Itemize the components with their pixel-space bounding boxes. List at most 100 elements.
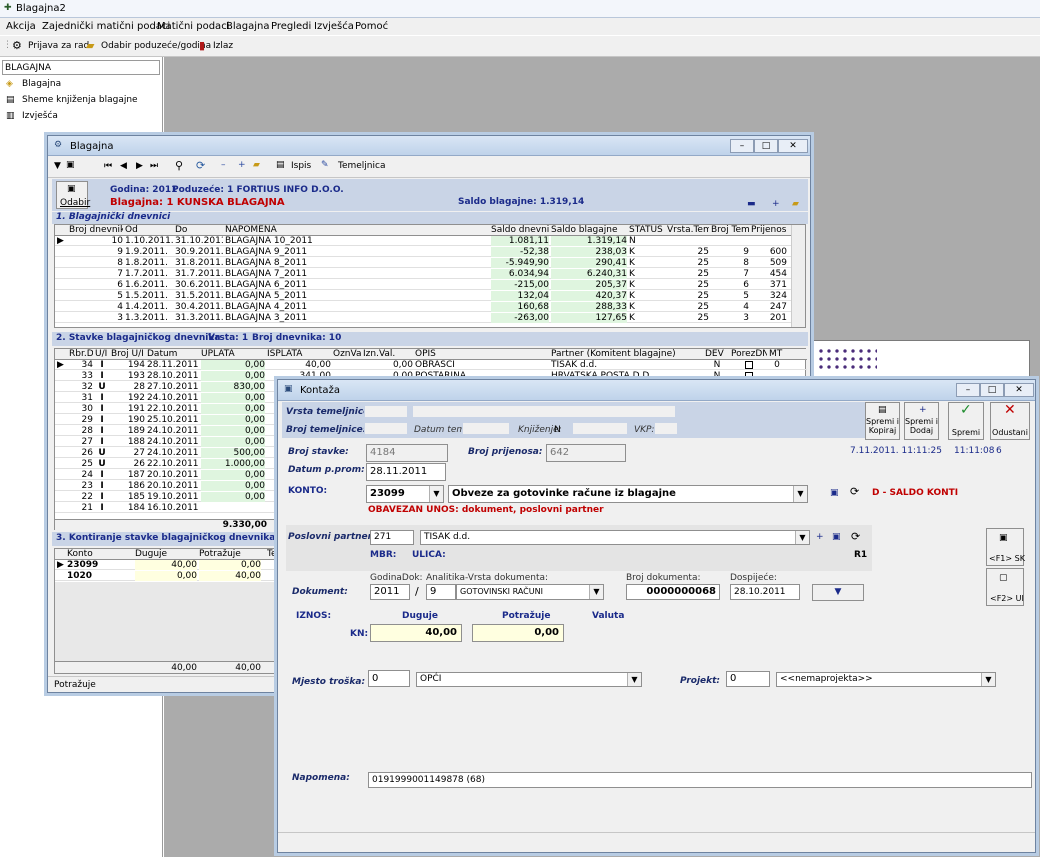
stavka-header-6[interactable]: OznVal <box>333 349 361 360</box>
dnevnici-grid[interactable]: Broj dnevnikaOdDoNAPOMENASaldo dnevnikaS… <box>54 224 806 328</box>
stavka-header-0[interactable]: Rbr.D <box>69 349 93 360</box>
dnevnik-row[interactable]: 9 1.9.2011. 30.9.2011. BLAGAJNA 9_2011 -52,3… <box>55 247 791 257</box>
close-button[interactable]: ✕ <box>778 139 808 153</box>
prev-record-icon[interactable]: ◀ <box>120 161 127 172</box>
stavka-header-2[interactable]: Broj U/I <box>111 349 145 360</box>
search-icon[interactable]: ⚲ <box>175 160 183 171</box>
last-record-icon[interactable]: ⏭ <box>150 161 158 172</box>
menu-item-1[interactable]: Zajednički matični podaci <box>42 21 170 32</box>
spremi-dodaj-button[interactable]: + Spremi i Dodaj <box>904 402 939 440</box>
stavka-header-8[interactable]: OPIS <box>415 349 549 360</box>
kontiranje-grid[interactable]: Konto Duguje Potražuje Te ▶ 23099 40,00 0,00 10… <box>54 548 284 674</box>
dnevnik-header-6[interactable]: STATUS <box>629 225 665 236</box>
menu-item-6[interactable]: Pomoć <box>355 21 388 32</box>
dnevnik-header-1[interactable]: Od <box>125 225 173 236</box>
porez-checkbox[interactable] <box>745 361 753 369</box>
add-icon[interactable]: + <box>238 160 246 171</box>
stavka-header-11[interactable]: PorezDN <box>731 349 767 360</box>
open-dnevnik-icon[interactable]: ▰ <box>792 199 799 210</box>
kontaza-close-button[interactable]: ✕ <box>1004 383 1034 397</box>
next-record-icon[interactable]: ▶ <box>136 161 143 172</box>
spremi-kopiraj-button[interactable]: ▤ Spremi i Kopiraj <box>865 402 900 440</box>
partner-naziv-select[interactable]: TISAK d.d. ▼ <box>420 530 810 545</box>
napomena-field[interactable]: 0191999001149878 (68) <box>368 772 1032 788</box>
datum-field[interactable]: 28.11.2011 <box>366 463 446 481</box>
mjesto-troska-select[interactable]: OPĆI ▼ <box>416 672 642 687</box>
dnevnik-row[interactable]: 6 1.6.2011. 30.6.2011. BLAGAJNA 6_2011 -215,… <box>55 280 791 290</box>
dropdown-icon[interactable]: ▼ <box>54 161 61 172</box>
ispis-button[interactable]: Ispis <box>291 161 311 172</box>
konto-lookup-icon[interactable]: ▣ <box>830 488 839 499</box>
dnevnik-header-8[interactable]: Broj Tem. <box>711 225 749 236</box>
dnevnik-header-7[interactable]: Vrsta.Tem <box>667 225 709 236</box>
folder-open-icon[interactable]: ▰ <box>253 160 260 171</box>
kontiranje-row[interactable]: ▶ 23099 40,00 0,00 <box>55 560 283 570</box>
dospijece-dropdown-button[interactable]: ▼ <box>812 584 864 601</box>
dnevnik-header-4[interactable]: Saldo dnevnika <box>491 225 549 236</box>
dospijece-field[interactable]: 28.10.2011 <box>730 584 800 600</box>
dnevnik-row[interactable]: 8 1.8.2011. 31.8.2011. BLAGAJNA 8_2011 -5.94… <box>55 258 791 268</box>
konto-header-1[interactable]: Duguje <box>135 549 197 560</box>
temeljnica-button[interactable]: Temeljnica <box>338 161 385 172</box>
stavka-header-7[interactable]: Izn.Val. <box>363 349 413 360</box>
nav-item-izvjesca[interactable]: Izvješća <box>22 111 58 122</box>
konto-refresh-icon[interactable]: ⟳ <box>850 486 859 497</box>
stavka-header-12[interactable]: MT <box>769 349 785 360</box>
dnevnik-row[interactable]: 3 1.3.2011. 31.3.2011. BLAGAJNA 3_2011 -263,… <box>55 313 791 323</box>
minimize-button[interactable]: – <box>730 139 754 153</box>
preview-icon[interactable]: ▣ <box>66 160 75 171</box>
potrazuje-field[interactable]: 0,00 <box>472 624 564 642</box>
mjesto-troska-field[interactable]: 0 <box>368 670 410 687</box>
konto-header-0[interactable]: Konto <box>67 549 129 560</box>
duguje-field[interactable]: 40,00 <box>370 624 462 642</box>
dnevnik-header-3[interactable]: NAPOMENA <box>225 225 485 236</box>
dnevnik-row[interactable]: 7 1.7.2011. 31.7.2011. BLAGAJNA 7_2011 6.034… <box>55 269 791 279</box>
konto-select[interactable]: 23099 ▼ <box>366 485 444 503</box>
stavka-header-3[interactable]: Datum <box>147 349 199 360</box>
first-record-icon[interactable]: ⏮ <box>104 161 112 172</box>
kontaza-minimize-button[interactable]: – <box>956 383 980 397</box>
menu-item-3[interactable]: Blagajna <box>226 21 270 32</box>
broj-dokumenta-field[interactable]: 0000000068 <box>626 584 720 600</box>
projekt-field[interactable]: 0 <box>726 671 770 687</box>
odustani-button[interactable]: ✕ Odustani <box>990 402 1030 440</box>
menu-item-2[interactable]: Matični podaci <box>157 21 229 32</box>
godina-dok-field[interactable]: 2011 <box>370 584 410 600</box>
dnevnik-row[interactable]: ▶101.10.2011.31.10.2011.BLAGAJNA 10_2011… <box>55 236 791 246</box>
maximize-button[interactable]: □ <box>754 139 778 153</box>
dnevnici-scrollbar[interactable] <box>791 225 805 327</box>
refresh-icon[interactable]: ⟳ <box>196 160 205 171</box>
dnevnik-row[interactable]: 4 1.4.2011. 30.4.2011. BLAGAJNA 4_2011 160,6… <box>55 302 791 312</box>
izlaz-button[interactable]: Izlaz <box>213 41 233 52</box>
nav-item-sheme[interactable]: Sheme knjiženja blagajne <box>22 95 138 106</box>
stavka-header-10[interactable]: DEV <box>705 349 729 360</box>
f1-sk-button[interactable]: ▣ <F1> SK <box>986 528 1025 566</box>
odabir-button[interactable]: Odabir poduzeće/godina <box>101 41 211 52</box>
dnevnik-header-2[interactable]: Do <box>175 225 223 236</box>
konto-naziv-select[interactable]: Obveze za gotovinke račune iz blagajne ▼ <box>448 485 808 503</box>
f2-ui-button[interactable]: ▢ <F2> UI <box>986 568 1024 606</box>
stavka-header-9[interactable]: Partner (Komitent blagajne) <box>551 349 703 360</box>
menu-item-4[interactable]: Pregledi <box>271 21 311 32</box>
kontaza-maximize-button[interactable]: □ <box>980 383 1004 397</box>
partner-refresh-icon[interactable]: ⟳ <box>851 531 860 542</box>
partner-sifra-field[interactable]: 271 <box>370 530 414 545</box>
remove-dnevnik-icon[interactable]: ▬ <box>747 199 756 210</box>
kontiranje-row[interactable]: 1020 0,00 40,00 <box>55 571 283 581</box>
stavka-header-4[interactable]: UPLATA <box>201 349 265 360</box>
prijava-button[interactable]: Prijava za rad <box>28 41 89 52</box>
add-dnevnik-icon[interactable]: + <box>772 199 780 210</box>
konto-header-2[interactable]: Potražuje <box>199 549 261 560</box>
stavka-header-1[interactable]: U/I <box>95 349 109 360</box>
dnevnik-row[interactable]: 5 1.5.2011. 31.5.2011. BLAGAJNA 5_2011 132,0… <box>55 291 791 301</box>
menu-item-5[interactable]: Izvješća <box>314 21 354 32</box>
dnevnik-header-9[interactable]: Prijenos <box>751 225 787 236</box>
stavka-header-5[interactable]: ISPLATA <box>267 349 331 360</box>
stavka-row[interactable]: ▶ 34 I 194 28.11.2011. 0,00 40,00 0,00 OBRASCI TI… <box>55 360 807 370</box>
menu-item-0[interactable]: Akcija <box>6 21 36 32</box>
remove-icon[interactable]: – <box>221 160 226 171</box>
spremi-button[interactable]: ✓ Spremi <box>948 402 984 440</box>
partner-add-icon[interactable]: + <box>816 532 824 543</box>
odabir-header-button[interactable]: ▣ Odabir <box>56 181 90 209</box>
analitika-select[interactable]: GOTOVINSKI RAČUNI ▼ <box>456 584 604 600</box>
